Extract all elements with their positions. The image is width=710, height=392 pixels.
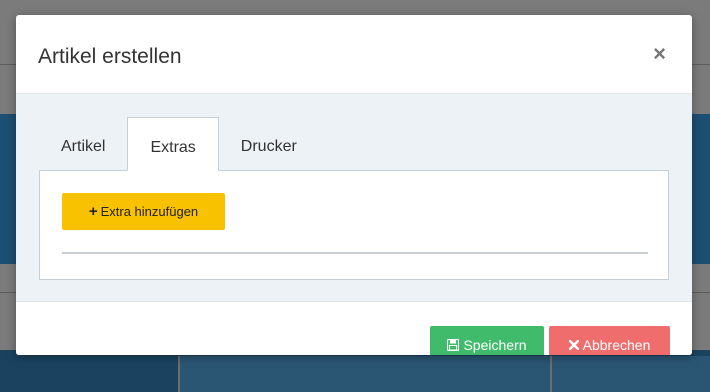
floppy-disk-icon	[447, 339, 460, 351]
background-footer-segment	[178, 356, 550, 392]
background-divider	[692, 64, 710, 65]
cancel-button[interactable]: Abbrechen	[549, 326, 670, 355]
tab-extras[interactable]: Extras	[127, 117, 219, 171]
tab-bar: Artikel Extras Drucker	[39, 117, 319, 171]
save-button[interactable]: Speichern	[430, 326, 544, 355]
create-article-dialog: Artikel erstellen × Artikel Extras Druck…	[16, 15, 692, 355]
tab-label: Drucker	[240, 138, 297, 155]
save-label: Speichern	[463, 337, 527, 353]
dialog-footer: Speichern Abbrechen	[16, 302, 692, 355]
extras-divider	[62, 252, 648, 254]
add-extra-button[interactable]: + Extra hinzufügen	[62, 193, 225, 230]
tab-label: Extras	[150, 139, 196, 156]
tab-artikel[interactable]: Artikel	[39, 117, 127, 169]
dialog-body: Artikel Extras Drucker + Extra hinzufüge…	[16, 94, 692, 302]
extras-tab-panel: + Extra hinzufügen	[39, 170, 669, 280]
tab-label: Artikel	[61, 138, 106, 155]
background-panel-right	[692, 114, 710, 264]
tab-drucker[interactable]: Drucker	[219, 117, 319, 169]
x-icon	[568, 340, 579, 350]
background-footer-segment	[550, 356, 710, 392]
add-extra-label: Extra hinzufügen	[100, 204, 199, 219]
plus-icon: +	[88, 203, 98, 220]
cancel-label: Abbrechen	[582, 337, 651, 353]
dialog-title: Artikel erstellen	[38, 45, 182, 68]
background-divider	[692, 292, 710, 293]
dialog-header: Artikel erstellen ×	[16, 15, 692, 94]
close-icon[interactable]: ×	[653, 43, 666, 65]
